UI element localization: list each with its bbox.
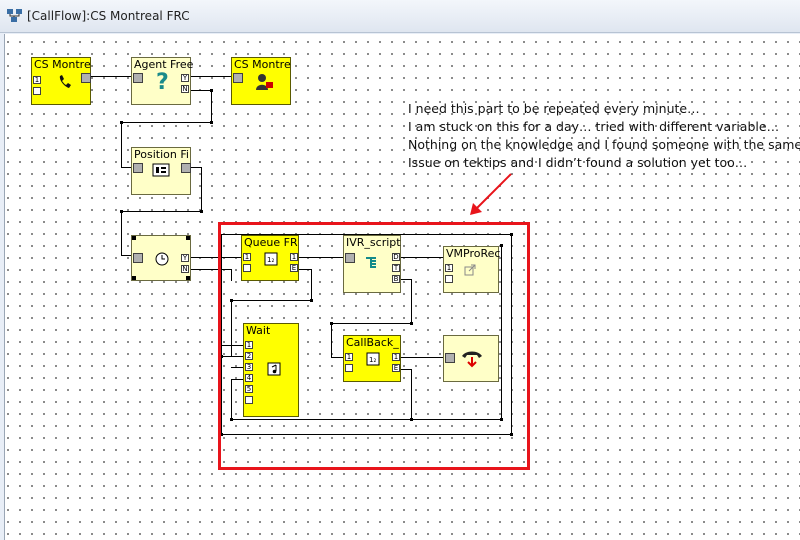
annotation-arrow bbox=[470, 173, 512, 215]
callflow-window-icon bbox=[7, 9, 22, 22]
connector bbox=[121, 122, 122, 167]
annotation-line-4: Issue on tektips and I didn’t found a so… bbox=[408, 155, 748, 170]
junction bbox=[210, 89, 213, 92]
connector bbox=[121, 211, 202, 212]
node-timer[interactable]: Y N bbox=[131, 235, 191, 281]
port-out[interactable] bbox=[181, 163, 191, 173]
port-in[interactable] bbox=[133, 163, 143, 173]
agent-icon bbox=[256, 74, 273, 90]
port-out[interactable] bbox=[81, 73, 91, 83]
junction bbox=[210, 121, 213, 124]
corner-handle bbox=[186, 276, 190, 280]
connector bbox=[211, 90, 212, 122]
annotation-line-1: I need this part to be repeated every mi… bbox=[408, 101, 700, 116]
phone-icon bbox=[59, 75, 71, 88]
position-icon bbox=[152, 163, 170, 177]
callflow-canvas[interactable]: CS Montre 1 Agent Free Y N ? CS Montre P… bbox=[4, 34, 800, 540]
port-1[interactable]: 1 bbox=[33, 76, 41, 84]
connector bbox=[91, 76, 131, 77]
corner-handle bbox=[186, 236, 190, 240]
connector bbox=[191, 76, 231, 77]
port-y[interactable]: Y bbox=[181, 74, 189, 82]
junction bbox=[200, 210, 203, 213]
title-bar[interactable]: [CallFlow]:CS Montreal FRC bbox=[0, 0, 800, 33]
annotation-line-2: I am stuck on this for a day… tried with… bbox=[408, 119, 780, 134]
junction bbox=[120, 210, 123, 213]
node-label: Position Fi bbox=[134, 148, 189, 161]
node-agent-free[interactable]: Agent Free Y N ? bbox=[131, 57, 193, 105]
svg-text:?: ? bbox=[156, 70, 169, 92]
node-label: CS Montre bbox=[34, 58, 91, 71]
corner-handle bbox=[132, 236, 136, 240]
annotation-line-3: Nothing on the knowledge and I found som… bbox=[408, 137, 800, 152]
junction bbox=[120, 121, 123, 124]
port-in[interactable] bbox=[33, 87, 41, 95]
connector bbox=[121, 211, 122, 255]
highlight-box bbox=[218, 222, 530, 470]
node-label: CS Montre bbox=[234, 58, 291, 71]
node-position[interactable]: Position Fi bbox=[131, 147, 191, 195]
port-y[interactable]: Y bbox=[181, 254, 189, 262]
port-n[interactable]: N bbox=[181, 265, 189, 273]
annotation-note: I need this part to be repeated every mi… bbox=[408, 100, 800, 172]
corner-handle bbox=[132, 276, 136, 280]
port-in[interactable] bbox=[133, 73, 143, 83]
node-cs-montreal-agent[interactable]: CS Montre bbox=[231, 57, 291, 105]
callflow-window: [CallFlow]:CS Montreal FRC CS Montre 1 A… bbox=[0, 0, 800, 540]
port-n[interactable]: N bbox=[181, 85, 189, 93]
connector bbox=[191, 167, 201, 168]
connector bbox=[201, 167, 202, 211]
window-title: [CallFlow]:CS Montreal FRC bbox=[27, 9, 190, 23]
port-in[interactable] bbox=[133, 253, 143, 263]
question-icon: ? bbox=[156, 70, 169, 92]
port-in[interactable] bbox=[233, 73, 243, 83]
node-cs-montreal-start[interactable]: CS Montre 1 bbox=[31, 57, 91, 105]
clock-icon bbox=[155, 252, 169, 266]
connector bbox=[191, 90, 211, 91]
connector bbox=[121, 122, 212, 123]
